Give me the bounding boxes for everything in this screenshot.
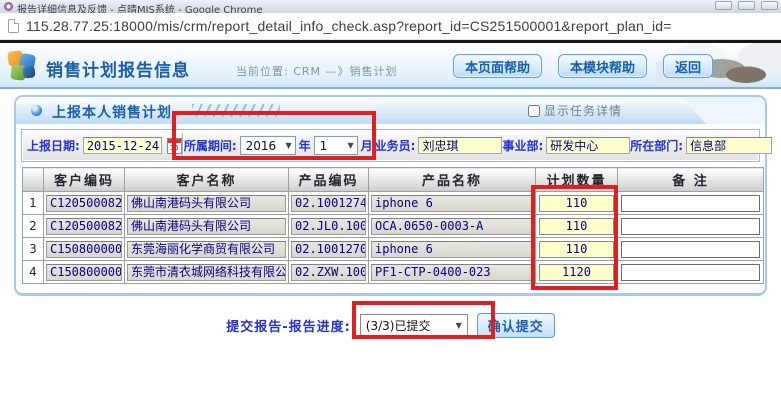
customer-name-field: 佛山南港码头有限公司 — [127, 195, 286, 212]
plan-table: 客户编码 客户名称 产品编码 产品名称 计划数量 备 注 1 C12050008… — [22, 167, 764, 284]
window-titlebar: 报告详细信息及反馈 - 点晴MIS系统 - Google Chrome — [0, 0, 781, 13]
section-tab-header: 上报本人销售计划 显示任务详情 — [16, 97, 765, 124]
page-help-button[interactable]: 本页面帮助 — [453, 54, 542, 78]
close-button[interactable] — [761, 1, 778, 10]
customer-code-field: C1205000821 — [46, 218, 122, 235]
table-row: 2 C1205000821 佛山南港码头有限公司 02.JL0.100003 O… — [23, 215, 764, 238]
remark-input[interactable] — [621, 195, 760, 212]
app-logo — [8, 51, 38, 81]
maximize-button[interactable] — [738, 1, 755, 10]
product-name-header: 产品名称 — [369, 168, 536, 192]
annotation-box-period — [172, 111, 376, 160]
customer-name-field: 东莞海丽化学商贸有限公司 — [127, 241, 286, 258]
product-name-field: iphone 6 — [371, 241, 533, 258]
row-number: 1 — [23, 192, 44, 215]
report-date-label: 上报日期: — [27, 137, 80, 154]
product-code-field: 02.1001270 — [291, 241, 366, 258]
plan-table-wrap: 客户编码 客户名称 产品编码 产品名称 计划数量 备 注 1 C12050008… — [22, 167, 760, 284]
window-title: 报告详细信息及反馈 - 点晴MIS系统 - Google Chrome — [17, 1, 263, 13]
remark-header: 备 注 — [618, 168, 764, 192]
department-field: 信息部 — [686, 137, 772, 154]
product-name-field: iphone 6 — [371, 195, 533, 212]
table-header-row: 客户编码 客户名称 产品编码 产品名称 计划数量 备 注 — [23, 168, 764, 192]
product-name-field: PF1-CTP-0400-023 — [371, 264, 533, 281]
salesman-group: 业务员: 刘忠琪 — [375, 137, 503, 154]
report-date-input[interactable]: 2015-12-24 — [83, 137, 162, 154]
report-info-bar: 上报日期: 2015-12-24 15 所属期间: 2016 ▼ 年 1 ▼ — [21, 129, 760, 162]
back-button[interactable]: 返回 — [663, 54, 713, 78]
customer-code-field: C1205000821 — [46, 195, 122, 212]
salesman-field: 刘忠琪 — [418, 137, 502, 154]
product-code-header: 产品编码 — [289, 168, 369, 192]
minimize-button[interactable] — [715, 1, 732, 10]
salesman-label: 业务员: — [375, 137, 416, 154]
department-group: 所在部门: 信息部 — [630, 137, 772, 154]
row-number: 3 — [23, 238, 44, 261]
customer-name-field: 佛山南港码头有限公司 — [127, 218, 286, 235]
remark-input[interactable] — [621, 218, 760, 235]
chrome-icon — [4, 2, 13, 11]
module-help-button[interactable]: 本模块帮助 — [558, 54, 647, 78]
table-row: 4 C1508000006 东莞市清衣城网络科技有限公司 02.ZXW.1000… — [23, 261, 764, 284]
product-code-field: 02.JL0.100003 — [291, 218, 366, 235]
url-text: 115.28.77.25:18000/mis/crm/report_detail… — [26, 18, 672, 34]
page-icon — [8, 19, 19, 33]
sales-plan-panel: 上报本人销售计划 显示任务详情 上报日期: 2015-12-24 15 所属期间… — [14, 95, 767, 296]
customer-code-field: C1508000001 — [46, 241, 122, 258]
product-code-field: 02.ZXW.100001 — [291, 264, 366, 281]
annotation-box-progress — [352, 301, 495, 339]
customer-code-field: C1508000006 — [46, 264, 122, 281]
show-task-details-toggle: 显示任务详情 — [528, 102, 622, 119]
page-title: 销售计划报告信息 — [46, 56, 190, 81]
customer-name-header: 客户名称 — [125, 168, 289, 192]
header-buttons: 本页面帮助 本模块帮助 返回 — [453, 54, 713, 78]
customer-name-field: 东莞市清衣城网络科技有限公司 — [127, 264, 286, 281]
bullet-icon — [31, 105, 42, 116]
remark-input[interactable] — [621, 241, 760, 258]
window-controls — [715, 1, 778, 10]
product-code-field: 02.1001274 — [291, 195, 366, 212]
customer-code-header: 客户编码 — [44, 168, 125, 192]
browser-window: 报告详细信息及反馈 - 点晴MIS系统 - Google Chrome 115.… — [0, 0, 781, 403]
table-row: 3 C1508000001 东莞海丽化学商贸有限公司 02.1001270 ip… — [23, 238, 764, 261]
product-name-field: OCA.0650-0003-A — [371, 218, 533, 235]
remark-input[interactable] — [621, 264, 760, 281]
report-date-group: 上报日期: 2015-12-24 15 — [27, 137, 182, 154]
browser-address-bar[interactable]: 115.28.77.25:18000/mis/crm/report_detail… — [0, 13, 781, 40]
table-row: 1 C1205000821 佛山南港码头有限公司 02.1001274 ipho… — [23, 192, 764, 215]
department-label: 所在部门: — [630, 137, 683, 154]
division-field: 研发中心 — [546, 137, 630, 154]
page-header: 销售计划报告信息 当前位置: CRM —》销售计划 本页面帮助 本模块帮助 返回 — [0, 43, 781, 89]
division-group: 事业部: 研发中心 — [502, 137, 630, 154]
submit-progress-label: 提交报告-报告进度: — [226, 316, 351, 335]
show-task-details-checkbox[interactable] — [528, 105, 540, 117]
annotation-box-qty-column — [531, 185, 618, 290]
section-title: 上报本人销售计划 — [52, 102, 172, 122]
division-label: 事业部: — [502, 137, 543, 154]
row-number-header — [23, 168, 44, 192]
breadcrumb: 当前位置: CRM —》销售计划 — [236, 63, 398, 79]
row-number: 2 — [23, 215, 44, 238]
show-task-details-label: 显示任务详情 — [544, 102, 622, 119]
row-number: 4 — [23, 261, 44, 284]
